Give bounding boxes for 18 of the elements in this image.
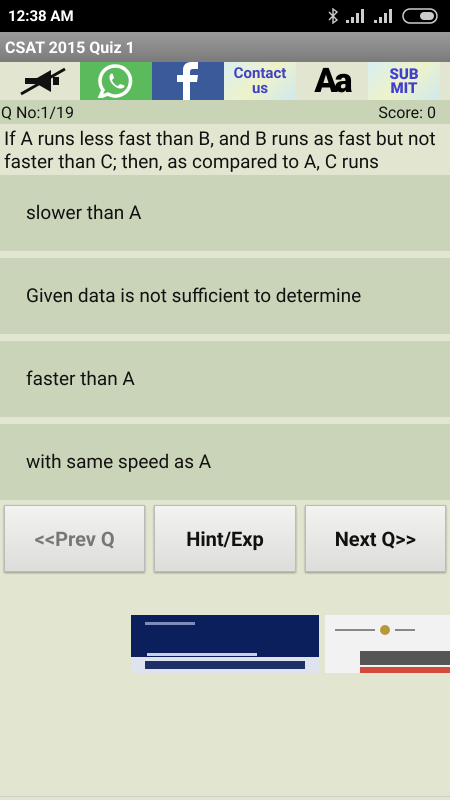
app-title: CSAT 2015 Quiz 1	[5, 38, 135, 56]
question-text: If A runs less fast than B, and B runs as fast but not faster than C; then, as compared to A, C runs	[3, 126, 437, 175]
answer-option[interactable]: faster than A	[0, 341, 450, 417]
answer-option[interactable]: slower than A	[0, 175, 450, 251]
answer-option[interactable]: with same speed as A	[0, 424, 450, 500]
signal-icon	[346, 9, 366, 23]
bluetooth-icon	[328, 8, 338, 24]
nav-button[interactable]: Hint/Exp	[154, 505, 296, 572]
battery-icon	[402, 8, 438, 24]
question-number: Q No:1/19	[1, 102, 74, 122]
clock: 12:38 AM	[8, 7, 74, 25]
score: Score: 0	[378, 102, 436, 122]
contact-button[interactable]: Contact us	[224, 62, 296, 100]
facebook-button[interactable]	[152, 62, 224, 100]
signal-icon	[374, 9, 394, 23]
answer-option[interactable]: Given data is not sufficient to determine	[0, 258, 450, 334]
submit-button[interactable]: SUB MIT	[368, 62, 440, 100]
nav-button[interactable]: Next Q>>	[304, 505, 446, 572]
